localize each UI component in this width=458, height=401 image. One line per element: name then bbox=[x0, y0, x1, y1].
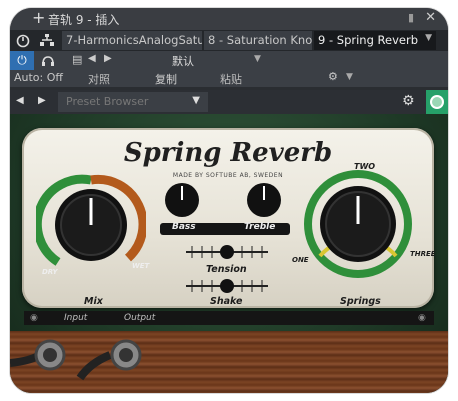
springs-three-label: THREE bbox=[410, 250, 436, 258]
automation-toolbar: Auto: Off 对照 复制 粘贴 ⚙ ▼ bbox=[10, 70, 448, 87]
tab-insert-9[interactable]: 9 - Spring Reverb ▼ bbox=[314, 31, 436, 50]
spring-reverb-plugin: Spring Reverb MADE BY SOFTUBE AB, SWEDEN… bbox=[10, 114, 448, 393]
springs-two-label: TWO bbox=[354, 162, 376, 171]
time-icon[interactable] bbox=[14, 32, 32, 49]
auto-mode-label[interactable]: Auto: Off bbox=[14, 71, 63, 84]
gear-icon[interactable]: ⚙ bbox=[328, 70, 338, 83]
pin-icon[interactable]: ▮ bbox=[408, 11, 414, 24]
springs-knob[interactable] bbox=[300, 166, 416, 282]
preset-name[interactable]: 默认 bbox=[172, 53, 194, 69]
settings-dropdown-icon[interactable]: ▼ bbox=[346, 72, 353, 82]
close-icon[interactable]: ✕ bbox=[425, 10, 436, 25]
springs-one-label: ONE bbox=[292, 256, 309, 264]
tab-insert-7[interactable]: 7-HarmonicsAnalogSatur... bbox=[62, 31, 202, 50]
preset-browser-bar: ◀ ▶ Preset Browser ▼ ⚙ bbox=[10, 90, 448, 114]
preset-browser-dropdown[interactable]: Preset Browser ▼ bbox=[58, 92, 208, 112]
shake-label: Shake bbox=[210, 296, 243, 307]
prev-preset-icon[interactable]: ◀ bbox=[88, 53, 96, 64]
cable-jacks-icon bbox=[10, 339, 142, 381]
insert-tab-bar: 7-HarmonicsAnalogSatur... 8 - Saturation… bbox=[10, 30, 448, 51]
window-title: 音轨 9 - 插入 bbox=[48, 13, 120, 27]
preset-toolbar: ⏻ ▤ ◀ ▶ 默认 ▼ bbox=[10, 51, 448, 70]
smile-icon bbox=[430, 95, 444, 109]
tension-slider[interactable] bbox=[182, 240, 272, 264]
chevron-down-icon[interactable]: ▼ bbox=[425, 33, 432, 43]
io-strip: ◉ Input Output ◉ bbox=[24, 311, 434, 325]
routing-icon[interactable] bbox=[37, 32, 57, 49]
shake-slider[interactable] bbox=[182, 274, 272, 298]
file-icon[interactable]: ▤ bbox=[72, 53, 82, 66]
dry-label: DRY bbox=[42, 268, 58, 276]
headphones-icon[interactable] bbox=[38, 51, 58, 70]
treble-knob[interactable] bbox=[244, 180, 284, 220]
compare-button[interactable]: 对照 bbox=[88, 71, 110, 87]
gear-icon[interactable]: ⚙ bbox=[402, 93, 415, 109]
add-insert-button[interactable]: + bbox=[32, 8, 45, 27]
bass-knob[interactable] bbox=[162, 180, 202, 220]
mix-knob[interactable] bbox=[36, 170, 146, 280]
tab-insert-8[interactable]: 8 - Saturation Knob bbox=[204, 31, 312, 50]
next-preset-icon[interactable]: ▶ bbox=[104, 53, 112, 64]
paste-button[interactable]: 粘贴 bbox=[220, 71, 242, 87]
plugin-status-button[interactable] bbox=[426, 90, 448, 114]
wood-base bbox=[10, 331, 448, 393]
copy-button[interactable]: 复制 bbox=[155, 71, 177, 87]
tab-insert-9-label: 9 - Spring Reverb bbox=[318, 33, 419, 47]
springs-label: Springs bbox=[340, 296, 381, 307]
input-label: Input bbox=[64, 313, 88, 323]
title-bar: + 音轨 9 - 插入 ▮ ✕ bbox=[10, 8, 448, 30]
power-button[interactable]: ⏻ bbox=[10, 51, 34, 70]
collapse-left-icon[interactable]: ◀ bbox=[16, 95, 24, 106]
faceplate: Spring Reverb MADE BY SOFTUBE AB, SWEDEN… bbox=[22, 128, 436, 308]
output-label: Output bbox=[124, 313, 156, 323]
expand-right-icon[interactable]: ▶ bbox=[38, 95, 46, 106]
preset-dropdown-icon[interactable]: ▼ bbox=[254, 54, 261, 64]
preset-browser-label: Preset Browser bbox=[66, 95, 149, 108]
output-icon: ◉ bbox=[418, 313, 426, 323]
mix-label: Mix bbox=[84, 296, 103, 307]
chevron-down-icon: ▼ bbox=[192, 95, 200, 106]
tone-label-bar: Bass Treble bbox=[160, 222, 290, 235]
input-icon: ◉ bbox=[30, 313, 38, 323]
wet-label: WET bbox=[132, 262, 150, 270]
plugin-window: + 音轨 9 - 插入 ▮ ✕ 7-HarmonicsAnalogSatur..… bbox=[10, 8, 448, 393]
bass-label: Bass bbox=[172, 222, 196, 232]
treble-label: Treble bbox=[244, 222, 276, 232]
